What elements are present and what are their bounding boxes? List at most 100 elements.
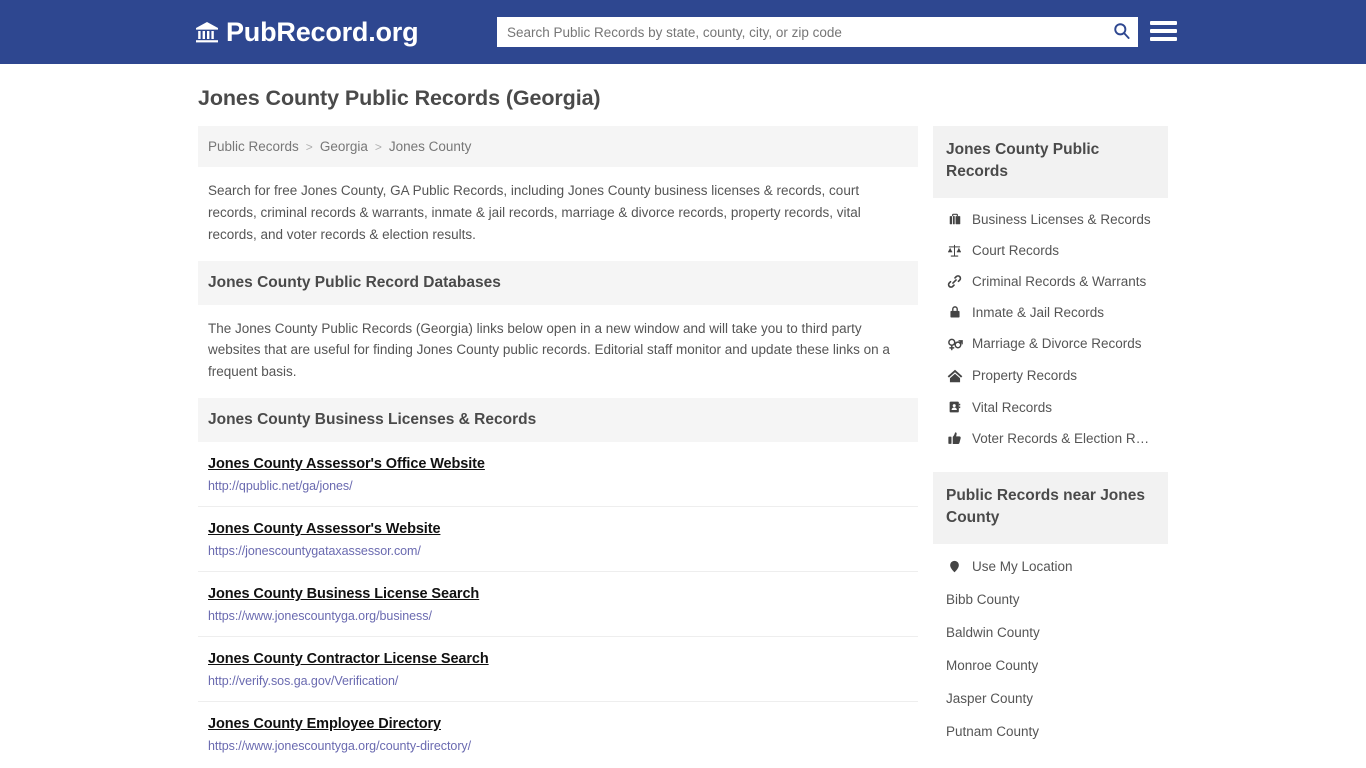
search-button[interactable]: [1104, 17, 1138, 47]
list-item: Voter Records & Election R…: [933, 423, 1168, 454]
record-link-title[interactable]: Jones County Business License Search: [208, 586, 479, 602]
home-icon: [946, 368, 963, 384]
record-link-title[interactable]: Jones County Contractor License Search: [208, 651, 489, 667]
breadcrumb-separator-icon: >: [305, 139, 313, 154]
sidebar-item-marriage-divorce-records[interactable]: Marriage & Divorce Records: [933, 328, 1168, 360]
sidebar-item-label: Use My Location: [972, 558, 1073, 574]
list-item: Jones County Contractor License Search h…: [198, 637, 918, 703]
sidebar-item-use-my-location[interactable]: Use My Location: [933, 550, 1168, 583]
list-item: Marriage & Divorce Records: [933, 328, 1168, 360]
record-link-url[interactable]: https://www.jonescountyga.org/business/: [208, 609, 908, 623]
breadcrumb-item-jones-county[interactable]: Jones County: [389, 139, 472, 154]
page-title: Jones County Public Records (Georgia): [198, 86, 601, 110]
bank-icon: [195, 20, 219, 44]
hamburger-bar: [1150, 37, 1177, 41]
two-column-layout: Public Records > Georgia > Jones County …: [198, 126, 1168, 768]
list-item: Bibb County: [933, 583, 1168, 616]
sidebar: Jones County Public Records Business Lic…: [933, 126, 1168, 766]
sidebar-item-label: Property Records: [972, 368, 1078, 384]
list-item: Property Records: [933, 360, 1168, 392]
list-item: Jones County Business License Search htt…: [198, 572, 918, 638]
intro-paragraph: Search for free Jones County, GA Public …: [208, 183, 861, 242]
sidebar-item-label: Business Licenses & Records: [972, 211, 1151, 227]
chain-link-icon: [946, 274, 963, 289]
sidebar-item-putnam-county[interactable]: Putnam County: [933, 715, 1168, 748]
site-header: PubRecord.org: [0, 0, 1366, 64]
venus-mars-icon: [946, 336, 963, 352]
record-link-url[interactable]: http://qpublic.net/ga/jones/: [208, 479, 908, 493]
address-book-icon: [946, 400, 963, 414]
sidebar-item-label: Baldwin County: [946, 624, 1040, 640]
list-item: Criminal Records & Warrants: [933, 266, 1168, 297]
sidebar-heading-records: Jones County Public Records: [933, 126, 1168, 198]
sidebar-nearby-list: Use My Location Bibb County Baldwin Coun…: [933, 544, 1168, 748]
sidebar-item-inmate-jail-records[interactable]: Inmate & Jail Records: [933, 297, 1168, 328]
list-item: Baldwin County: [933, 616, 1168, 649]
sidebar-item-label: Vital Records: [972, 399, 1053, 415]
page-body: Jones County Public Records (Georgia) Pu…: [0, 64, 1366, 768]
main-content: Public Records > Georgia > Jones County …: [198, 126, 918, 768]
sidebar-item-business-licenses[interactable]: Business Licenses & Records: [933, 204, 1168, 235]
sidebar-panel-nearby: Public Records near Jones County Use My …: [933, 471, 1168, 748]
business-links-list: Jones County Assessor's Office Website h…: [198, 442, 918, 766]
sidebar-item-label: Jasper County: [946, 690, 1034, 706]
record-link-title[interactable]: Jones County Assessor's Website: [208, 521, 441, 537]
sidebar-item-label: Bibb County: [946, 591, 1020, 607]
sidebar-item-monroe-county[interactable]: Monroe County: [933, 649, 1168, 682]
breadcrumb-item-public-records[interactable]: Public Records: [208, 139, 299, 154]
search-icon: [1112, 21, 1131, 43]
databases-paragraph: The Jones County Public Records (Georgia…: [208, 320, 890, 380]
search-input[interactable]: [497, 18, 1104, 46]
sidebar-item-voter-records[interactable]: Voter Records & Election R…: [933, 423, 1168, 454]
sidebar-item-label: Voter Records & Election R…: [972, 430, 1150, 446]
sidebar-item-criminal-records[interactable]: Criminal Records & Warrants: [933, 266, 1168, 297]
content-container: Jones County Public Records (Georgia) Pu…: [198, 64, 1168, 768]
sidebar-item-label: Criminal Records & Warrants: [972, 273, 1147, 289]
list-item: Monroe County: [933, 649, 1168, 682]
sidebar-item-property-records[interactable]: Property Records: [933, 360, 1168, 392]
record-link-title[interactable]: Jones County Employee Directory: [208, 716, 441, 732]
sidebar-item-label: Inmate & Jail Records: [972, 304, 1105, 320]
list-item: Inmate & Jail Records: [933, 297, 1168, 328]
sidebar-item-bibb-county[interactable]: Bibb County: [933, 583, 1168, 616]
sidebar-panel-records: Jones County Public Records Business Lic…: [933, 126, 1168, 454]
breadcrumb-item-georgia[interactable]: Georgia: [320, 139, 368, 154]
section-heading-databases: Jones County Public Record Databases: [198, 260, 918, 305]
breadcrumb-separator-icon: >: [374, 139, 382, 154]
list-item: Business Licenses & Records: [933, 204, 1168, 235]
map-pin-icon: [946, 559, 963, 574]
record-link-url[interactable]: https://jonescountygataxassessor.com/: [208, 544, 908, 558]
record-link-title[interactable]: Jones County Assessor's Office Website: [208, 456, 485, 472]
hamburger-bar: [1150, 21, 1177, 25]
briefcase-icon: [946, 212, 963, 226]
list-item: Jones County Assessor's Office Website h…: [198, 442, 918, 508]
section-heading-business-licenses: Jones County Business Licenses & Records: [198, 398, 918, 443]
site-logo-text: PubRecord.org: [226, 16, 419, 47]
sidebar-item-label: Putnam County: [946, 723, 1040, 739]
thumbs-up-icon: [946, 431, 963, 446]
lock-icon: [946, 305, 963, 319]
list-item: Putnam County: [933, 715, 1168, 748]
record-link-url[interactable]: https://www.jonescountyga.org/county-dir…: [208, 739, 908, 753]
list-item: Use My Location: [933, 550, 1168, 583]
sidebar-item-vital-records[interactable]: Vital Records: [933, 392, 1168, 423]
sidebar-item-court-records[interactable]: Court Records: [933, 235, 1168, 266]
record-link-url[interactable]: http://verify.sos.ga.gov/Verification/: [208, 674, 908, 688]
hamburger-bar: [1150, 29, 1177, 33]
sidebar-item-label: Monroe County: [946, 657, 1039, 673]
list-item: Jones County Assessor's Website https://…: [198, 507, 918, 573]
site-logo-link[interactable]: PubRecord.org: [195, 16, 419, 48]
sidebar-heading-nearby: Public Records near Jones County: [933, 471, 1168, 544]
list-item: Jones County Employee Directory https://…: [198, 702, 918, 766]
list-item: Jasper County: [933, 682, 1168, 715]
sidebar-item-baldwin-county[interactable]: Baldwin County: [933, 616, 1168, 649]
sidebar-records-list: Business Licenses & Records Court Record…: [933, 198, 1168, 454]
list-item: Court Records: [933, 235, 1168, 266]
breadcrumb: Public Records > Georgia > Jones County: [198, 126, 918, 167]
hamburger-menu-icon[interactable]: [1150, 17, 1177, 45]
list-item: Vital Records: [933, 392, 1168, 423]
sidebar-item-jasper-county[interactable]: Jasper County: [933, 682, 1168, 715]
sidebar-item-label: Court Records: [972, 242, 1060, 258]
balance-scale-icon: [946, 243, 963, 258]
search-bar: [497, 17, 1138, 47]
